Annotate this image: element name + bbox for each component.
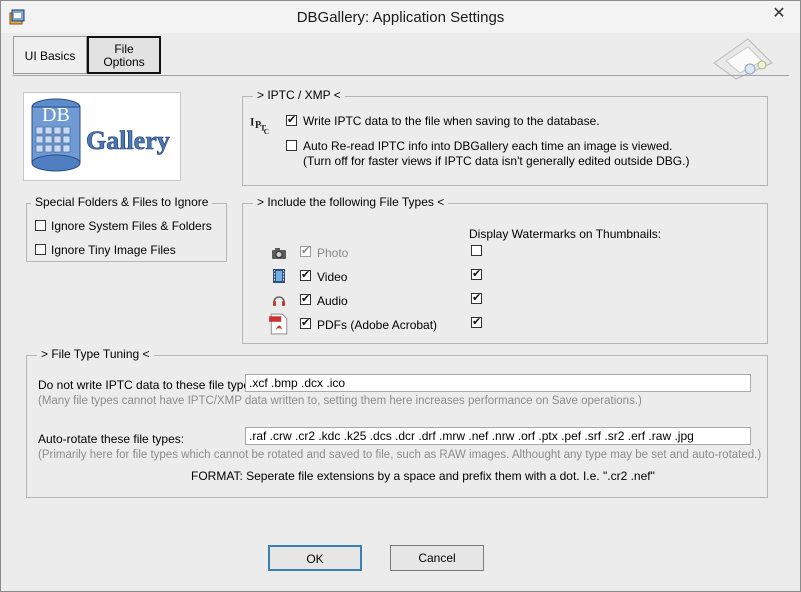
watermark-video-checkbox[interactable] <box>471 267 482 280</box>
camera-icon <box>272 248 286 259</box>
include-video-checkbox[interactable] <box>300 268 311 281</box>
no-iptc-file-types-input[interactable]: .xcf .bmp .dcx .ico <box>245 374 751 392</box>
tuning-group-title: > File Type Tuning < <box>37 347 154 361</box>
title-bar: DBGallery: Application Settings ✕ <box>1 1 800 33</box>
svg-text:C: C <box>264 127 269 134</box>
auto-reread-note: (Turn off for faster views if IPTC data … <box>303 154 690 168</box>
close-icon[interactable]: ✕ <box>766 3 792 25</box>
tab-file-options-line2: Options <box>103 55 145 69</box>
settings-decoration-icon <box>713 38 773 80</box>
audio-label: Audio <box>317 294 348 308</box>
write-iptc-label: Write IPTC data to the file when saving … <box>303 114 600 128</box>
format-note: FORMAT: Seperate file extensions by a sp… <box>191 469 655 483</box>
ok-button[interactable]: OK <box>268 545 362 571</box>
tab-ui-basics[interactable]: UI Basics <box>13 36 87 74</box>
settings-window: DBGallery: Application Settings ✕ UI Bas… <box>0 0 801 592</box>
auto-reread-label: Auto Re-read IPTC info into DBGallery ea… <box>303 139 673 153</box>
photo-label: Photo <box>317 246 349 260</box>
logo-db-text: DB <box>42 104 70 126</box>
watermark-photo-checkbox[interactable] <box>471 245 482 256</box>
autorotate-hint: (Primarily here for file types which can… <box>38 449 762 461</box>
auto-reread-checkbox[interactable] <box>286 140 297 151</box>
include-audio-checkbox[interactable] <box>300 292 311 305</box>
film-icon <box>273 269 285 283</box>
ignore-tiny-images-checkbox[interactable] <box>35 244 46 255</box>
watermark-header: Display Watermarks on Thumbnails: <box>469 227 662 241</box>
svg-text:I: I <box>250 116 254 128</box>
logo-gallery-text: Gallery <box>86 126 170 155</box>
watermark-pdf-checkbox[interactable] <box>471 315 482 328</box>
cancel-button[interactable]: Cancel <box>390 545 484 571</box>
watermark-audio-checkbox[interactable] <box>471 291 482 304</box>
include-pdf-checkbox[interactable] <box>300 316 311 329</box>
autorotate-file-types-input[interactable]: .raf .crw .cr2 .kdc .k25 .dcs .dcr .drf … <box>245 427 751 445</box>
headphones-icon <box>273 296 285 306</box>
pdf-icon <box>269 313 288 335</box>
tab-file-options[interactable]: File Options <box>87 36 161 74</box>
no-iptc-hint: (Many file types cannot have IPTC/XMP da… <box>38 395 642 407</box>
file-types-group-title: > Include the following File Types < <box>253 195 449 209</box>
ignore-tiny-images-label: Ignore Tiny Image Files <box>51 243 176 257</box>
ignore-system-files-label: Ignore System Files & Folders <box>51 219 212 233</box>
pdf-label: PDFs (Adobe Acrobat) <box>317 318 438 332</box>
dbgallery-logo: DB Gallery <box>23 92 181 181</box>
include-photo-checkbox[interactable] <box>300 244 311 257</box>
special-group-title: Special Folders & Files to Ignore <box>31 195 213 209</box>
iptc-icon: I P T C <box>250 116 269 134</box>
window-title: DBGallery: Application Settings <box>296 9 505 26</box>
ignore-system-files-checkbox[interactable] <box>35 220 46 231</box>
iptc-group-title: > IPTC / XMP < <box>253 88 345 102</box>
write-iptc-checkbox[interactable] <box>286 113 297 126</box>
no-iptc-label: Do not write IPTC data to these file typ… <box>38 378 260 392</box>
logo-graphic: DB Gallery <box>31 98 170 172</box>
video-label: Video <box>317 270 348 284</box>
autorotate-label: Auto-rotate these file types: <box>38 432 185 446</box>
